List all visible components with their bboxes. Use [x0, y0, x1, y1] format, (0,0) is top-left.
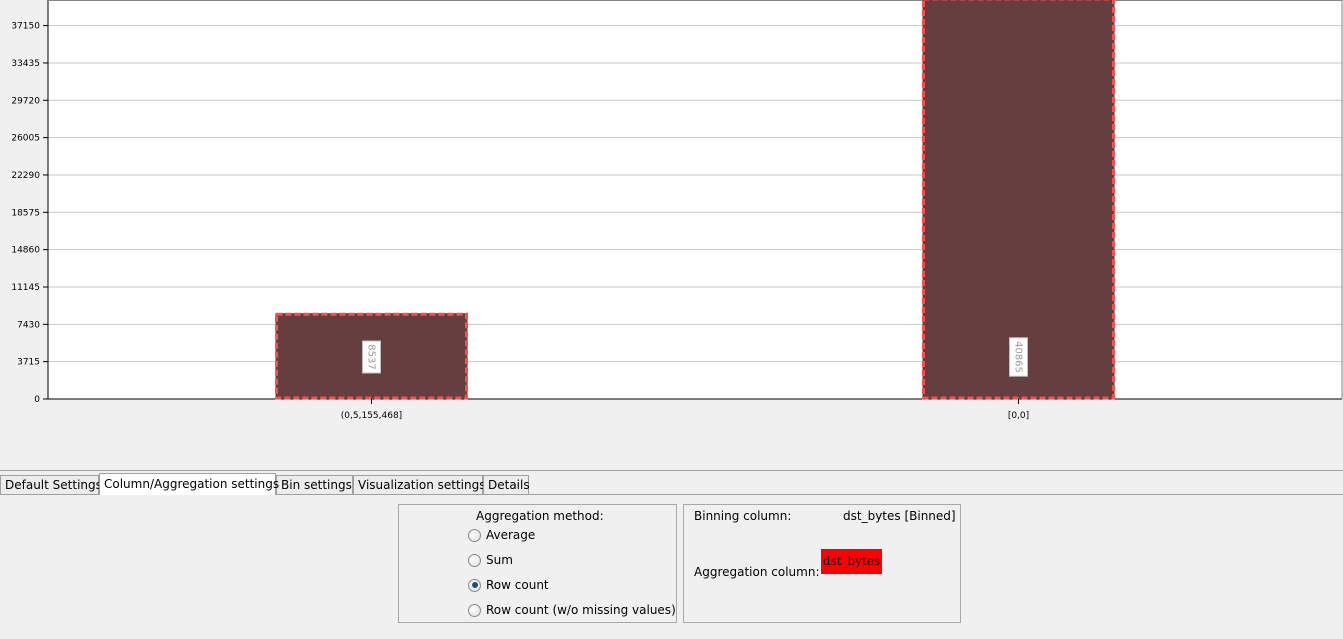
radio-row-count-no-missing-indicator[interactable] — [468, 603, 481, 617]
tab-visualization-settings[interactable]: Visualization settings — [353, 475, 485, 494]
y-tick-label: 11145 — [11, 283, 40, 293]
tab-column-aggregation-settings[interactable]: Column/Aggregation settings — [99, 473, 279, 495]
radio-row-count-label[interactable]: Row count — [486, 578, 549, 592]
radio-sum-indicator[interactable] — [468, 553, 481, 567]
y-tick-label: 29720 — [11, 96, 40, 106]
radio-row-count-no-missing-label[interactable]: Row count (w/o missing values) — [486, 603, 676, 617]
y-tick-label: 18575 — [11, 208, 40, 218]
y-tick-label: 14860 — [11, 246, 40, 256]
radio-sum-label[interactable]: Sum — [486, 553, 513, 567]
aggregation-method-title: Aggregation method: — [476, 509, 604, 523]
binning-column-value: dst_bytes [Binned] — [843, 509, 956, 523]
radio-row-count-indicator[interactable] — [468, 578, 481, 592]
aggregation-method-group: Aggregation method: Average Sum Row coun… — [398, 504, 677, 623]
x-tick-label: [0,0] — [1008, 411, 1029, 421]
x-tick-label: (0,5,155,468] — [341, 411, 402, 421]
tab-strip: Default Settings Column/Aggregation sett… — [0, 473, 1343, 495]
bar-value-label: 40865 — [1013, 341, 1024, 373]
tab-bin-settings[interactable]: Bin settings — [276, 475, 353, 494]
radio-average-indicator[interactable] — [468, 528, 481, 542]
bar-value-label: 8537 — [366, 344, 377, 369]
binning-column-group: Binning column: dst_bytes [Binned] Aggre… — [683, 504, 961, 623]
radio-sum[interactable]: Sum — [468, 551, 513, 569]
radio-average[interactable]: Average — [468, 526, 535, 544]
radio-row-count-no-missing[interactable]: Row count (w/o missing values) — [468, 601, 676, 619]
y-tick-label: 0 — [34, 395, 40, 405]
y-tick-label: 22290 — [11, 171, 40, 181]
splitter[interactable] — [0, 470, 1343, 471]
y-tick-label: 26005 — [11, 134, 40, 144]
y-tick-label: 3715 — [17, 358, 40, 368]
chart-area: 0 3715 7430 11145 14860 18575 22290 26005 29720 3… — [0, 0, 1343, 470]
radio-row-count[interactable]: Row count — [468, 576, 549, 594]
plot-background — [48, 0, 1342, 399]
aggregation-column-label: Aggregation column: — [694, 565, 820, 579]
radio-average-label[interactable]: Average — [486, 528, 535, 542]
y-tick-label: 7430 — [17, 320, 40, 330]
y-tick-label: 33435 — [11, 59, 40, 69]
tab-panel: Aggregation method: Average Sum Row coun… — [0, 494, 1343, 639]
bar-chart: 0 3715 7430 11145 14860 18575 22290 26005 29720 3… — [11, 0, 1343, 421]
y-tick-label: 37150 — [11, 22, 40, 32]
binning-column-label: Binning column: — [694, 509, 792, 523]
tab-details[interactable]: Details — [483, 475, 530, 494]
tab-default-settings[interactable]: Default Settings — [0, 475, 102, 494]
aggregation-column-value[interactable]: dst_bytes — [821, 549, 882, 574]
